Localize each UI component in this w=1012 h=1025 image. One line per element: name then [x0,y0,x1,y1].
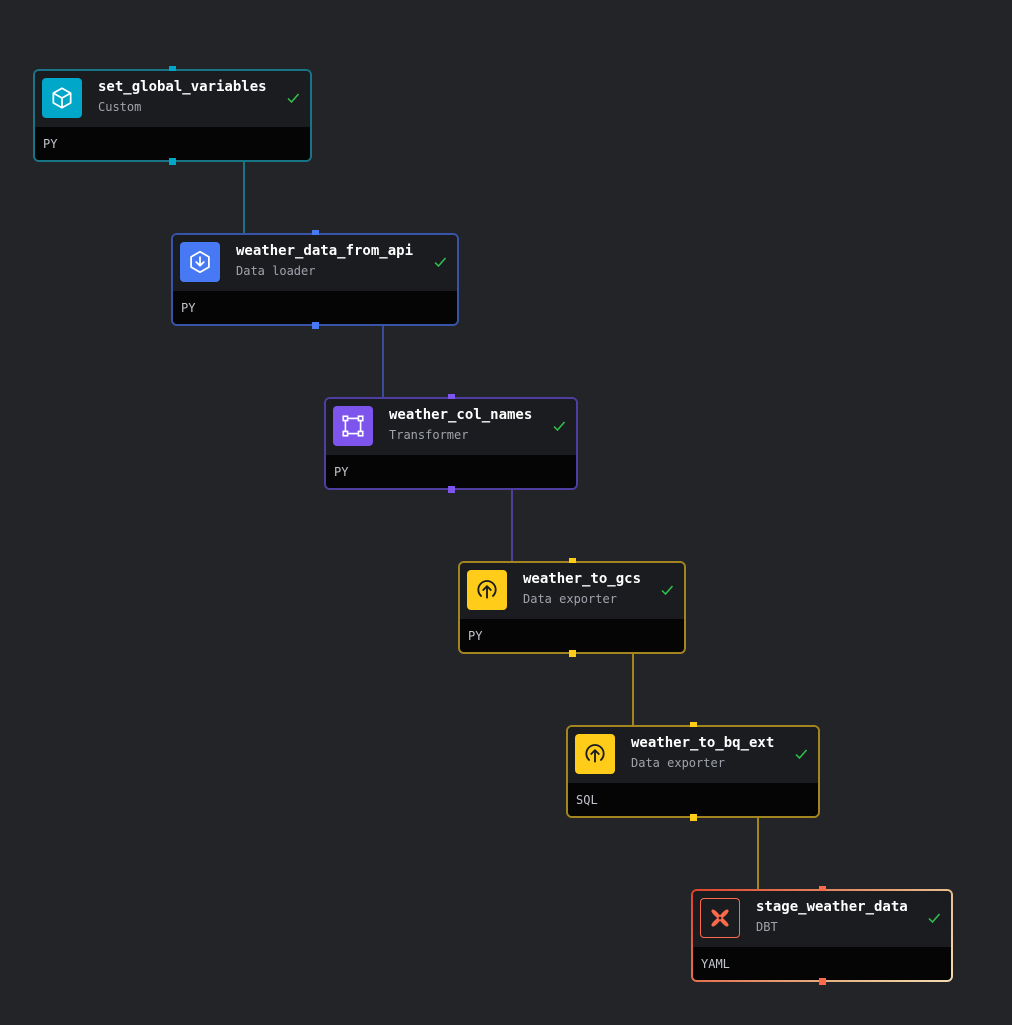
upload-icon [467,570,507,610]
block-language: YAML [701,957,730,971]
block-stage-weather-data[interactable]: stage_weather_data DBT YAML [691,886,953,985]
block-name: set_global_variables [98,79,267,95]
block-weather-to-bq-ext[interactable]: weather_to_bq_ext Data exporter SQL [566,722,820,821]
block-footer: PY [460,619,684,652]
block-footer: PY [173,291,457,324]
block-language: PY [181,301,196,315]
block-header: weather_col_names Transformer [326,399,576,455]
output-port[interactable] [311,322,319,329]
block-footer: YAML [693,947,951,980]
cube-icon [42,78,82,118]
block-weather-data-from-api[interactable]: weather_data_from_api Data loader PY [171,230,459,329]
upload-icon [575,734,615,774]
output-port[interactable] [689,814,697,821]
block-type: Custom [98,100,142,114]
block-name: stage_weather_data [756,899,908,915]
check-icon [661,585,674,596]
block-type: Data exporter [631,756,725,770]
check-icon [287,93,300,104]
check-icon [795,749,808,760]
block-language: PY [468,629,483,643]
block-name: weather_data_from_api [236,243,414,259]
block-type: Transformer [389,428,469,442]
block-weather-to-gcs[interactable]: weather_to_gcs Data exporter PY [458,558,686,657]
pipeline-canvas[interactable]: set_global_variables Custom PY weather_d… [0,0,1012,1025]
download-icon [180,242,220,282]
block-type: Data loader [236,264,316,278]
block-header: weather_to_gcs Data exporter [460,563,684,619]
block-header: weather_data_from_api Data loader [173,235,457,291]
block-footer: PY [326,455,576,488]
output-port[interactable] [818,978,826,985]
frame-icon [333,406,373,446]
block-language: PY [43,137,58,151]
block-header: stage_weather_data DBT [693,891,951,947]
check-icon [553,421,566,432]
block-type: Data exporter [523,592,617,606]
output-port[interactable] [447,486,455,493]
block-language: PY [334,465,349,479]
output-port[interactable] [169,158,176,165]
block-footer: SQL [568,783,818,816]
block-header: set_global_variables Custom [35,71,310,127]
block-type: DBT [756,920,778,934]
block-footer: PY [35,127,310,160]
dbt-icon [700,898,740,938]
block-header: weather_to_bq_ext Data exporter [568,727,818,783]
block-name: weather_to_gcs [523,571,642,587]
block-language: SQL [576,793,598,807]
output-port[interactable] [568,650,576,657]
block-name: weather_col_names [389,407,533,423]
block-set-global-variables[interactable]: set_global_variables Custom PY [33,66,312,165]
block-name: weather_to_bq_ext [631,735,775,751]
check-icon [928,913,941,924]
check-icon [434,257,447,268]
block-weather-col-names[interactable]: weather_col_names Transformer PY [324,394,578,493]
